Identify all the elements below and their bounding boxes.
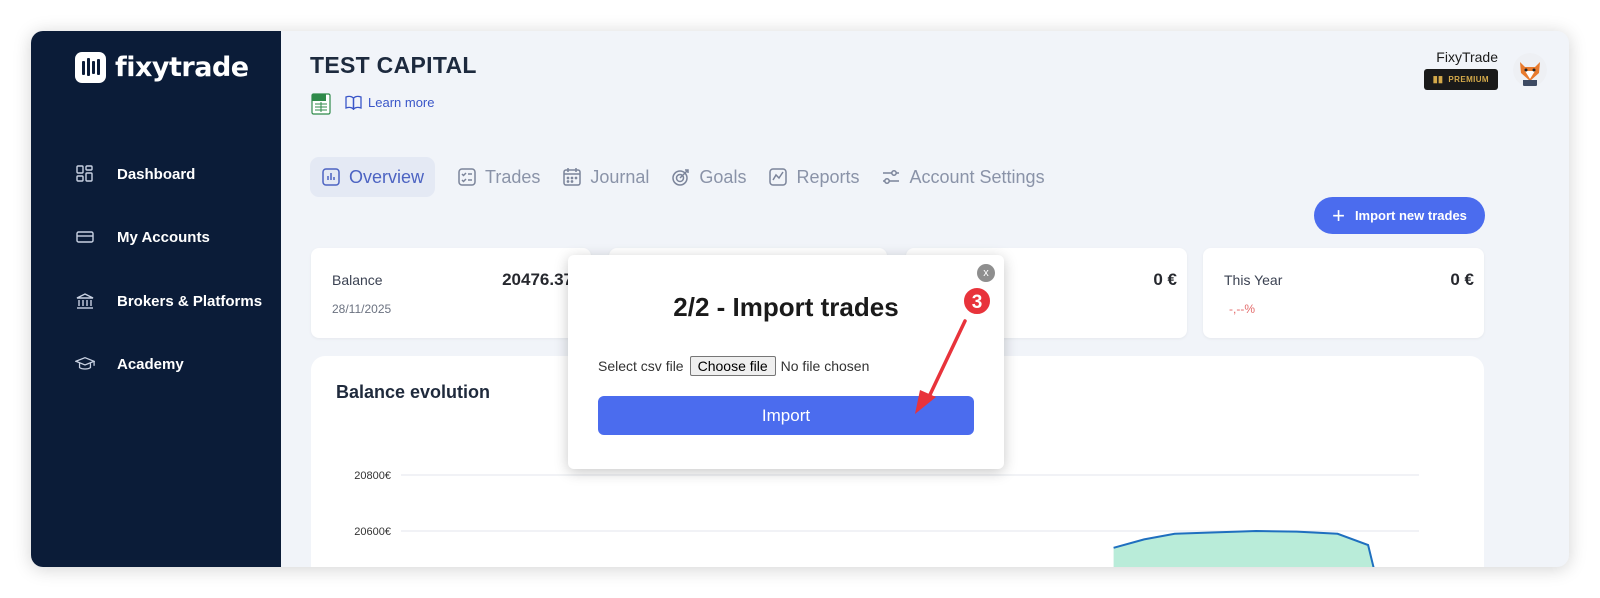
tab-reports[interactable]: Reports (768, 157, 859, 197)
sidebar-item-label: Academy (117, 355, 184, 373)
report-chart-icon (769, 168, 788, 186)
file-select-row: Select csv file Choose file No file chos… (598, 356, 869, 376)
logo-text: fixytrade (115, 52, 249, 83)
page-title: TEST CAPITAL (310, 52, 477, 78)
period-value: 0 € (1153, 270, 1177, 289)
logo-icon (75, 52, 106, 83)
this-year-value: 0 € (1450, 270, 1474, 289)
sidebar-item-my-accounts[interactable]: My Accounts (75, 227, 210, 247)
close-icon[interactable]: x (977, 264, 995, 282)
dashboard-icon (76, 165, 93, 182)
tab-goals[interactable]: Goals (671, 157, 746, 197)
modal-title: 2/2 - Import trades (673, 292, 899, 322)
balance-date: 28/11/2025 (332, 302, 392, 316)
y-tick-label: 20600€ (354, 526, 391, 538)
sidebar-item-label: My Accounts (117, 228, 210, 246)
file-status: No file chosen (780, 358, 870, 374)
premium-badge: ▮▮ PREMIUM (1423, 69, 1498, 90)
this-year-percent: -,--% (1229, 302, 1255, 316)
logo[interactable]: fixytrade (75, 52, 249, 83)
sidebar-item-label: Dashboard (117, 165, 196, 183)
file-label: Select csv file (598, 358, 684, 374)
bank-icon (76, 293, 94, 309)
balance-card: Balance 28/11/2025 20476.37 (311, 248, 591, 338)
y-tick-label: 20800€ (354, 470, 391, 482)
import-new-trades-button[interactable]: + Import new trades (1314, 197, 1485, 234)
app-window: fixytrade Dashboard My Accounts Brokers … (31, 31, 1569, 567)
tab-overview[interactable]: Overview (310, 157, 436, 197)
plus-icon: + (1332, 202, 1345, 228)
user-name: FixyTrade (1436, 49, 1498, 65)
target-icon (672, 169, 690, 186)
bar-chart-icon (322, 168, 340, 186)
avatar[interactable] (1513, 53, 1547, 87)
learn-more-link[interactable]: Learn more (345, 95, 434, 110)
choose-file-button[interactable]: Choose file (689, 356, 776, 376)
sidebar: fixytrade Dashboard My Accounts Brokers … (31, 31, 281, 567)
chart-title: Balance evolution (336, 382, 491, 402)
tab-bar: Overview Trades Journal Goals Reports Ac… (310, 157, 1067, 197)
sidebar-item-dashboard[interactable]: Dashboard (75, 164, 195, 184)
this-year-label: This Year (1224, 272, 1283, 288)
candles-icon: ▮▮ (1432, 74, 1444, 84)
settings-sliders-icon (883, 170, 900, 184)
user-info[interactable]: FixyTrade ▮▮ PREMIUM (1423, 49, 1498, 90)
csv-file-icon[interactable] (310, 93, 332, 115)
tab-trades[interactable]: Trades (457, 157, 540, 197)
balance-area (1113, 531, 1374, 567)
tab-journal[interactable]: Journal (562, 157, 649, 197)
card-icon (76, 231, 94, 243)
book-icon (345, 95, 362, 110)
checklist-icon (458, 168, 476, 186)
this-year-card: This Year -,--% 0 € (1203, 248, 1484, 338)
import-trades-modal: x 2/2 - Import trades Select csv file Ch… (568, 255, 1004, 469)
balance-label: Balance (332, 272, 383, 288)
tab-account-settings[interactable]: Account Settings (881, 157, 1045, 197)
graduation-cap-icon (75, 356, 95, 370)
sidebar-item-label: Brokers & Platforms (117, 292, 263, 310)
balance-value: 20476.37 (502, 270, 573, 289)
sidebar-item-academy[interactable]: Academy (75, 354, 184, 374)
import-button[interactable]: Import (598, 396, 974, 435)
calendar-icon (563, 168, 582, 186)
sidebar-item-brokers[interactable]: Brokers & Platforms (75, 291, 262, 311)
